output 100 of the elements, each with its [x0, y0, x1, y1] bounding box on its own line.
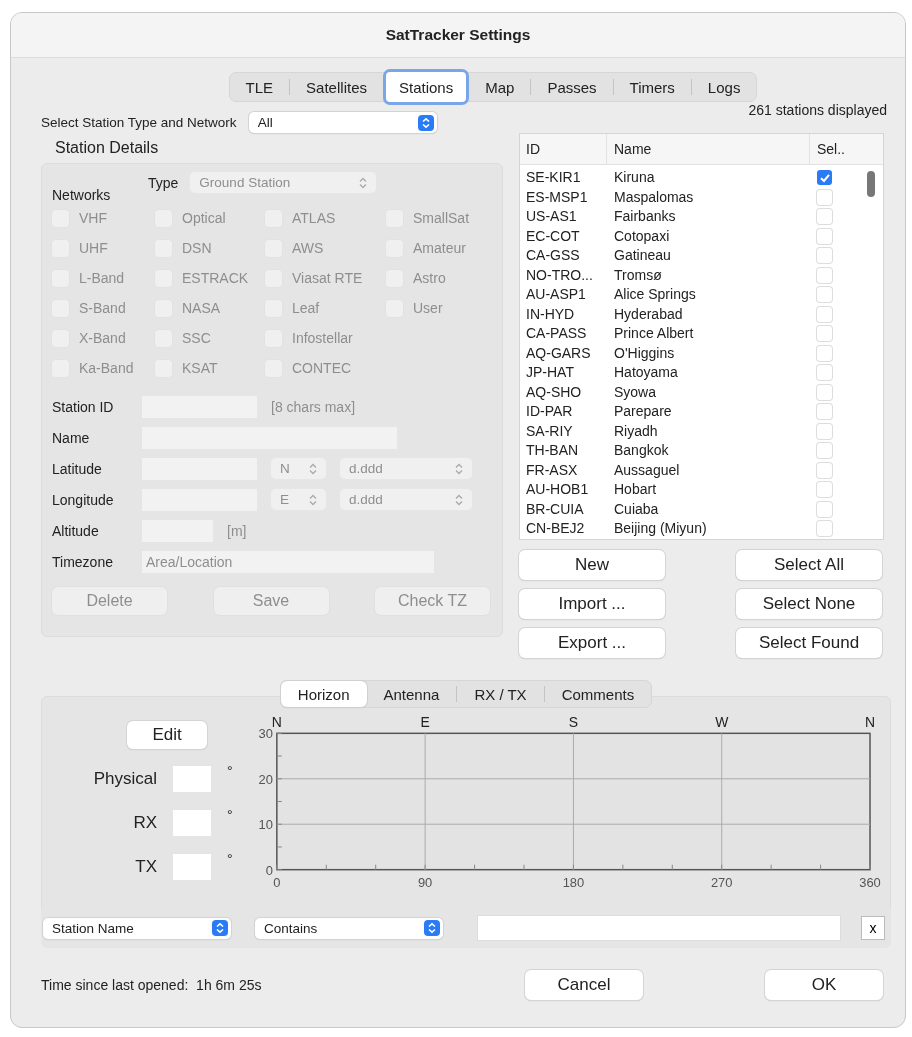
angle-field[interactable] — [173, 810, 212, 836]
select-checkbox[interactable] — [817, 248, 832, 264]
stepper-icon — [417, 114, 434, 131]
table-cell-text: Prince Albert — [614, 324, 695, 343]
angle-field[interactable] — [173, 766, 212, 792]
tab[interactable]: Stations — [383, 69, 470, 105]
y-tick-label: 0 — [265, 862, 273, 878]
x-tick-label: 360 — [859, 874, 881, 890]
table-cell-text: SA-RIY — [525, 421, 574, 441]
list-button[interactable]: Export ... — [519, 628, 665, 658]
select-checkbox[interactable] — [817, 501, 832, 517]
degree-unit: ° — [227, 763, 234, 779]
table-cell-text: TH-BAN — [525, 441, 580, 460]
x-tick-label: 270 — [711, 874, 733, 890]
select-checkbox[interactable] — [817, 306, 832, 322]
compass-label: S — [568, 714, 579, 731]
list-button[interactable]: New — [519, 550, 665, 580]
select-button[interactable]: Select None — [736, 589, 882, 619]
table-cell-text: ES-MSP1 — [525, 187, 589, 207]
x-tick-label: 0 — [273, 874, 281, 890]
list-button[interactable]: Import ... — [519, 589, 665, 619]
column-header: Sel.. — [809, 134, 857, 164]
compass-label: N — [271, 714, 282, 731]
table-cell-text: Hyderabad — [614, 304, 684, 324]
table-cell-text: Cuiaba — [614, 499, 660, 519]
tab[interactable]: Comments — [544, 681, 652, 707]
clear-button[interactable]: x — [861, 916, 885, 940]
filter-label: Select Station Type and Network — [41, 115, 237, 130]
tab[interactable]: Antenna — [366, 681, 457, 707]
table-cell-text: Maspalomas — [614, 187, 695, 207]
table-cell-text: Bangkok — [614, 441, 670, 460]
network-dropdown[interactable]: All — [248, 112, 437, 133]
y-tick-label: 30 — [258, 726, 273, 742]
degree-unit: ° — [227, 807, 234, 823]
section-title: Station Details — [54, 138, 160, 157]
select-checkbox[interactable] — [817, 189, 832, 205]
compass-label: W — [715, 714, 729, 731]
table-cell-text: Tromsø — [614, 265, 663, 285]
table-cell-text: Cotopaxi — [614, 226, 671, 246]
select-button[interactable]: Select All — [736, 550, 882, 580]
table-cell-text: AU-ASP1 — [525, 285, 587, 304]
select-checkbox[interactable] — [817, 521, 832, 537]
search-field[interactable] — [477, 915, 841, 941]
field-label: Station ID — [52, 398, 115, 415]
type-label: Type — [148, 174, 179, 191]
window-title: SatTracker Settings — [385, 26, 531, 44]
table-cell-text: JP-HAT — [525, 363, 575, 382]
table-cell-text: NO-TRO... — [525, 265, 594, 285]
select-checkbox[interactable] — [817, 170, 832, 186]
table-cell-text: ID-PAR — [525, 402, 574, 421]
operator-dropdown[interactable]: Contains — [255, 917, 443, 939]
select-checkbox[interactable] — [817, 384, 832, 400]
compass-label: E — [420, 714, 430, 731]
select-checkbox[interactable] — [817, 404, 832, 420]
angle-field[interactable] — [173, 854, 212, 880]
tab[interactable]: Passes — [531, 73, 613, 101]
table-cell-text: CA-GSS — [525, 246, 581, 265]
table-cell-text: Riyadh — [614, 421, 659, 441]
table-cell-text: Syowa — [614, 382, 658, 402]
field-label: RX — [133, 813, 158, 833]
select-checkbox[interactable] — [817, 482, 832, 498]
select-checkbox[interactable] — [817, 345, 832, 361]
scrollbar-thumb[interactable] — [867, 171, 875, 197]
select-checkbox[interactable] — [817, 287, 832, 303]
tab[interactable]: Map — [469, 73, 531, 101]
tab[interactable]: RX / TX — [457, 681, 544, 707]
dialog-button[interactable]: Cancel — [525, 970, 643, 1000]
edit-button[interactable]: Edit — [127, 721, 208, 749]
select-checkbox[interactable] — [817, 228, 832, 244]
select-checkbox[interactable] — [817, 423, 832, 439]
degree-unit: ° — [227, 851, 234, 867]
x-tick-label: 180 — [562, 874, 585, 890]
stepper-icon — [309, 493, 317, 506]
dialog-button[interactable]: OK — [765, 970, 883, 1000]
tab[interactable]: Satellites — [290, 73, 383, 101]
y-tick-label: 20 — [258, 771, 273, 787]
table-cell-text: Beijing (Miyun) — [614, 519, 708, 538]
select-checkbox[interactable] — [817, 267, 832, 283]
tab[interactable]: Timers — [613, 73, 691, 101]
select-checkbox[interactable] — [817, 365, 832, 381]
tab[interactable]: Logs — [691, 73, 757, 101]
table-cell-text: O'Higgins — [614, 343, 676, 363]
table-cell-text: EC-COT — [525, 226, 581, 246]
tab[interactable]: TLE — [229, 73, 290, 101]
select-checkbox[interactable] — [817, 209, 832, 225]
tab[interactable]: Horizon — [280, 681, 367, 707]
table-cell-text: FR-ASX — [525, 460, 579, 480]
table-cell-text: IN-HYD — [525, 304, 576, 324]
select-checkbox[interactable] — [817, 443, 832, 459]
table-cell-text: Parepare — [614, 402, 673, 421]
table-cell-text: Hobart — [614, 480, 658, 499]
select-checkbox[interactable] — [817, 326, 832, 342]
table-cell-text: BR-CUIA — [525, 499, 585, 519]
table-cell-text: AQ-SHO — [525, 382, 583, 402]
table-cell-text: CA-PASS — [525, 324, 588, 343]
search-field-dropdown[interactable]: Station Name — [43, 917, 231, 939]
stepper-icon — [359, 176, 368, 189]
select-button[interactable]: Select Found — [736, 628, 882, 658]
field-label: Longitude — [52, 491, 115, 508]
select-checkbox[interactable] — [817, 462, 832, 478]
